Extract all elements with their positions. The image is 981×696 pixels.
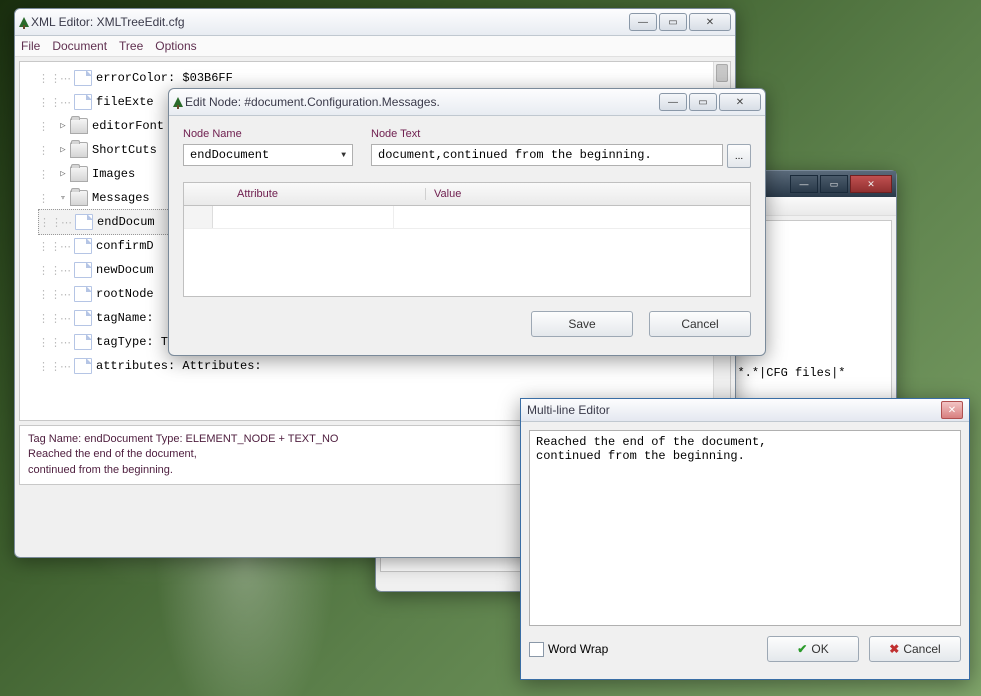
expander-icon[interactable]: ▷ [58,169,68,179]
node-name-label: Node Name [183,128,353,140]
edit-node-dialog: Edit Node: #document.Configuration.Messa… [168,88,766,356]
col-value[interactable]: Value [426,188,469,200]
node-name-value: endDocument [190,148,269,162]
ok-button[interactable]: ✔ OK [767,636,859,662]
tree-label: newDocum [96,263,154,277]
tree-label: Images [92,167,135,181]
file-icon [74,70,92,86]
app-icon [19,17,29,27]
wordwrap-checkbox[interactable]: Word Wrap [529,642,767,657]
attributes-grid[interactable]: Attribute Value [183,182,751,297]
save-button[interactable]: Save [531,311,633,337]
maximize-button[interactable]: ▭ [659,13,687,31]
close-button[interactable]: ✕ [689,13,731,31]
window-title: XML Editor: XMLTreeEdit.cfg [29,15,629,29]
menubar: File Document Tree Options [15,36,735,57]
cancel-label: Cancel [903,642,940,656]
tree-row[interactable]: ⋮ ⋮⋯errorColor: $03B6FF [38,66,730,90]
file-icon [74,238,92,254]
menu-file[interactable]: File [21,39,40,53]
tree-label: fileExte [96,95,154,109]
tree-label: tagName: [96,311,154,325]
folder-icon [70,142,88,158]
folder-icon [70,190,88,206]
ml-textarea[interactable]: Reached the end of the document, continu… [529,430,961,626]
file-icon [74,286,92,302]
ok-label: OK [811,642,828,656]
chevron-down-icon[interactable]: ▼ [341,151,346,160]
file-icon [74,94,92,110]
file-icon [74,334,92,350]
minimize-button[interactable]: — [629,13,657,31]
grid-body[interactable] [184,206,750,296]
minimize-button[interactable]: — [659,93,687,111]
expander-icon[interactable]: ▷ [58,121,68,131]
tree-label: attributes: Attributes: [96,359,262,373]
tree-label: endDocum [97,215,155,229]
tree-label: editorFont [92,119,164,133]
ml-title-text: Multi-line Editor [527,403,941,417]
ml-titlebar[interactable]: Multi-line Editor ✕ [521,399,969,422]
tree-label: errorColor: $03B6FF [96,71,233,85]
main-titlebar[interactable]: XML Editor: XMLTreeEdit.cfg — ▭ ✕ [15,9,735,36]
tree-label: confirmD [96,239,154,253]
minimize-button[interactable]: — [790,175,818,193]
node-name-combo[interactable]: endDocument ▼ [183,144,353,166]
file-icon [74,358,92,374]
cancel-button[interactable]: ✖ Cancel [869,636,961,662]
tree-row[interactable]: ⋮ ⋮⋯attributes: Attributes: [38,354,730,378]
close-button[interactable]: ✕ [941,401,963,419]
check-icon: ✔ [797,642,807,656]
app-icon [173,97,183,107]
expand-text-button[interactable]: ... [727,144,751,168]
cancel-button[interactable]: Cancel [649,311,751,337]
file-icon [74,262,92,278]
maximize-button[interactable]: ▭ [820,175,848,193]
menu-tree[interactable]: Tree [119,39,143,53]
wordwrap-label: Word Wrap [548,642,608,656]
node-text-label: Node Text [371,128,751,140]
close-button[interactable]: ✕ [850,175,892,193]
dialog-titlebar[interactable]: Edit Node: #document.Configuration.Messa… [169,89,765,116]
folder-icon [70,118,88,134]
menu-options[interactable]: Options [155,39,196,53]
close-button[interactable]: ✕ [719,93,761,111]
checkbox-icon[interactable] [529,642,544,657]
multiline-editor-dialog: Multi-line Editor ✕ Reached the end of t… [520,398,970,680]
tree-label: ShortCuts [92,143,157,157]
expander-icon[interactable]: ▿ [58,193,68,203]
folder-icon [70,166,88,182]
col-attribute[interactable]: Attribute [229,188,426,200]
menu-document[interactable]: Document [52,39,107,53]
tree-label: rootNode [96,287,154,301]
maximize-button[interactable]: ▭ [689,93,717,111]
dialog-title: Edit Node: #document.Configuration.Messa… [183,95,659,109]
grid-header: Attribute Value [184,183,750,206]
x-icon: ✖ [889,642,899,656]
expander-icon[interactable]: ▷ [58,145,68,155]
node-text-input[interactable] [371,144,723,166]
file-icon [75,214,93,230]
file-icon [74,310,92,326]
tree-label: Messages [92,191,150,205]
